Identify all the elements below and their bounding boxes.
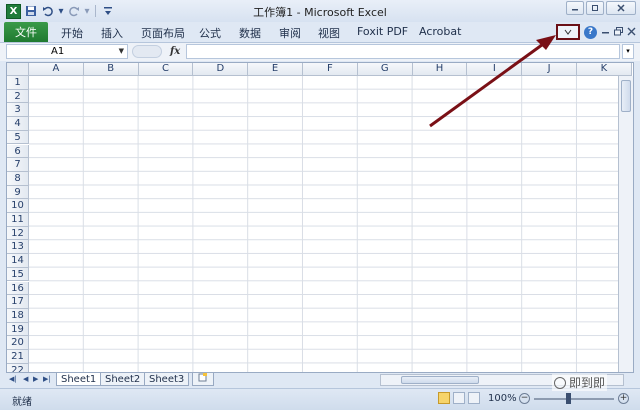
row-header-12[interactable]: 12 (7, 226, 29, 241)
row-header-14[interactable]: 14 (7, 254, 29, 268)
title-bar: X ▾ ▾ 工作簿1 - Microsoft Excel (0, 0, 640, 22)
row-header-4[interactable]: 4 (7, 117, 29, 131)
sheet-tab-3[interactable]: Sheet3 (144, 373, 190, 386)
restore-workbook-icon[interactable] (614, 26, 623, 38)
row-header-7[interactable]: 7 (7, 158, 29, 172)
column-header-h[interactable]: H (412, 63, 468, 76)
normal-view-icon[interactable] (438, 392, 450, 404)
column-header-e[interactable]: E (248, 63, 303, 76)
insert-sheet-icon[interactable] (192, 373, 214, 386)
tab-data[interactable]: 数据 (239, 25, 261, 41)
column-header-g[interactable]: G (357, 63, 413, 76)
row-header-8[interactable]: 8 (7, 171, 29, 186)
tab-foxit-pdf[interactable]: Foxit PDF (357, 25, 408, 38)
horizontal-scroll-thumb[interactable] (401, 376, 479, 384)
row-header-21[interactable]: 21 (7, 350, 29, 364)
formula-input[interactable] (186, 44, 620, 59)
cell-area[interactable] (29, 76, 633, 372)
tab-acrobat[interactable]: Acrobat (419, 25, 461, 38)
watermark: 即到即 (552, 374, 608, 391)
tab-page-layout[interactable]: 页面布局 (141, 25, 185, 41)
minimize-window-icon[interactable] (566, 1, 584, 15)
worksheet-grid[interactable]: ABCDEFGHIJK 1 2 3 4 5 6 7 8 9 10 11 12 13 14 15 16 17 18 1… (6, 62, 634, 373)
select-all-corner[interactable] (7, 63, 29, 76)
ribbon-controls: ? (556, 23, 636, 41)
row-header-13[interactable]: 13 (7, 240, 29, 255)
row-header-22[interactable]: 22 (7, 363, 29, 372)
tab-home[interactable]: 开始 (61, 25, 83, 41)
column-header-c[interactable]: C (138, 63, 194, 76)
tab-insert[interactable]: 插入 (101, 25, 123, 41)
chevron-down-icon[interactable]: ▼ (119, 45, 124, 58)
first-sheet-icon[interactable]: ◀| (9, 375, 17, 383)
formula-expand-oval (132, 45, 162, 58)
vertical-scrollbar[interactable] (618, 76, 633, 372)
view-buttons (438, 392, 480, 404)
column-header-b[interactable]: B (83, 63, 139, 76)
row-header-1[interactable]: 1 (7, 76, 29, 90)
zoom-in-button[interactable]: + (618, 393, 629, 404)
tab-file[interactable]: 文件 (4, 22, 48, 42)
row-header-15[interactable]: 15 (7, 267, 29, 282)
row-header-11[interactable]: 11 (7, 213, 29, 227)
column-header-a[interactable]: A (29, 63, 84, 76)
expand-formula-bar-icon[interactable]: ▾ (622, 44, 634, 59)
column-header-f[interactable]: F (303, 63, 358, 76)
row-header-10[interactable]: 10 (7, 199, 29, 213)
page-layout-view-icon[interactable] (453, 392, 465, 404)
help-icon[interactable]: ? (584, 25, 597, 39)
formula-bar: A1 ▼ fx ▾ (0, 43, 640, 61)
tab-formulas[interactable]: 公式 (199, 25, 221, 41)
row-header-16[interactable]: 16 (7, 281, 29, 296)
zoom-slider-knob[interactable] (566, 393, 571, 404)
zoom-slider[interactable] (534, 398, 614, 400)
row-header-3[interactable]: 3 (7, 103, 29, 118)
watermark-text: 即到即 (569, 376, 606, 390)
row-header-19[interactable]: 19 (7, 322, 29, 337)
restore-window-icon[interactable] (586, 1, 604, 15)
last-sheet-icon[interactable]: ▶| (43, 375, 51, 383)
column-header-j[interactable]: J (522, 63, 577, 76)
minimize-workbook-icon[interactable] (601, 27, 610, 38)
column-header-k[interactable]: K (577, 63, 632, 76)
close-workbook-icon[interactable] (627, 27, 636, 38)
tab-review[interactable]: 审阅 (279, 25, 301, 41)
row-header-9[interactable]: 9 (7, 185, 29, 200)
window-title: 工作簿1 - Microsoft Excel (253, 6, 387, 19)
window-controls (566, 1, 636, 15)
insert-function-button[interactable]: fx (170, 46, 180, 57)
row-header-20[interactable]: 20 (7, 336, 29, 350)
row-header-5[interactable]: 5 (7, 130, 29, 145)
row-header-6[interactable]: 6 (7, 144, 29, 159)
prev-sheet-icon[interactable]: ◀ (23, 375, 28, 383)
name-box-value: A1 (51, 46, 65, 57)
tab-view[interactable]: 视图 (318, 25, 340, 41)
vertical-scroll-thumb[interactable] (621, 80, 631, 112)
minimize-ribbon-button[interactable] (556, 24, 580, 40)
next-sheet-icon[interactable]: ▶ (33, 375, 38, 383)
name-box[interactable]: A1 ▼ (6, 44, 128, 59)
formula-tools: fx (132, 44, 184, 59)
sheet-tab-1[interactable]: Sheet1 (56, 373, 102, 386)
row-header-2[interactable]: 2 (7, 89, 29, 104)
watermark-logo-icon (554, 376, 566, 389)
row-header-17[interactable]: 17 (7, 295, 29, 309)
page-break-view-icon[interactable] (468, 392, 480, 404)
zoom-level[interactable]: 100% (488, 393, 517, 404)
sheet-tab-2[interactable]: Sheet2 (100, 373, 146, 386)
column-header-d[interactable]: D (193, 63, 249, 76)
zoom-out-button[interactable]: − (519, 393, 530, 404)
excel-window: X ▾ ▾ 工作簿1 - Microsoft Excel 文件 开始 插入 页面… (0, 0, 640, 410)
row-header-18[interactable]: 18 (7, 308, 29, 323)
close-window-icon[interactable] (606, 1, 636, 15)
ribbon-tabs: 文件 开始 插入 页面布局 公式 数据 审阅 视图 Foxit PDF Acro… (0, 22, 640, 43)
column-header-i[interactable]: I (467, 63, 523, 76)
status-bar: 就绪 100% − + (0, 388, 640, 410)
sheet-bar: ◀| ◀ ▶ ▶| Sheet1 Sheet2 Sheet3 (6, 373, 634, 387)
status-ready: 就绪 (12, 397, 32, 408)
